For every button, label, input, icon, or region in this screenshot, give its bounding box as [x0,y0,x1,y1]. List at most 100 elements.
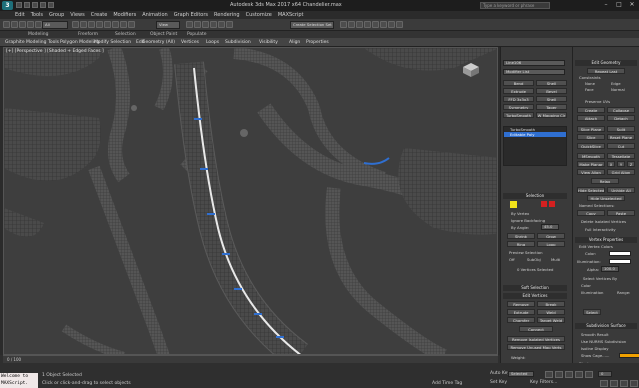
ribbon-modify-selection[interactable]: Modify Selection [94,38,131,47]
attach-button[interactable]: Attach [577,115,605,121]
goto-start-icon[interactable] [545,371,553,378]
undo-icon[interactable] [40,2,46,8]
constraint-none-radio[interactable]: None [585,81,595,86]
select-by-illumination-radio[interactable]: Illumination [581,290,603,295]
constraint-face-radio[interactable]: Face [585,87,594,92]
create-button[interactable]: Create [577,107,605,113]
play-icon[interactable] [565,371,573,378]
redo-icon[interactable] [48,2,54,8]
detach-button[interactable]: Detach [607,115,635,121]
maximize-button[interactable]: □ [613,0,625,10]
select-by-color-radio[interactable]: Color [581,283,591,288]
menu-maxscript[interactable]: MAXScript [278,11,304,19]
minimize-button[interactable]: – [600,0,612,10]
remove-isolated-vertices-button[interactable]: Remove Isolated Vertices [507,336,565,342]
edit-vertices-rollout[interactable]: Edit Vertices [503,293,567,299]
shrink-button[interactable]: Shrink [507,233,535,239]
msmooth-button[interactable]: MSmooth [577,153,605,159]
cut-button[interactable]: Cut [607,143,635,149]
menu-customize[interactable]: Customize [246,11,272,19]
remove-unused-map-verts-button[interactable]: Remove Unused Map Verts [507,344,565,350]
planar-x-button[interactable]: X [607,161,615,167]
render-frame-icon[interactable] [388,21,395,28]
render-setup-icon[interactable] [380,21,387,28]
reference-coord-dropdown[interactable]: View [156,21,180,29]
key-mode-dropdown[interactable]: Selected [508,371,534,377]
ignore-backfacing-checkbox[interactable]: Ignore Backfacing [511,218,545,223]
curve-editor-icon[interactable] [356,21,363,28]
viewport-label[interactable]: [+] [Perspective ] [Shaded + Edged Faces… [6,49,104,54]
modifier-button-bend[interactable]: Bend [503,80,534,86]
maxscript-listener[interactable]: Welcome to MAXScript. [0,373,38,388]
key-filters-button[interactable]: Key Filters... [530,380,557,385]
target-weld-button[interactable]: Target Weld [537,317,565,323]
pan-icon[interactable] [610,380,618,387]
layer-icon[interactable] [340,21,347,28]
open-file-icon[interactable] [24,2,30,8]
redo-icon[interactable] [11,21,18,28]
modifier-button-w-mapping-clr[interactable]: W Mapping Clr [536,112,567,118]
menu-group[interactable]: Group [49,11,64,19]
hide-unselected-button[interactable]: Hide Unselected [587,195,625,201]
preview-subobj-radio[interactable]: SubObj [527,257,541,262]
ribbon-loops[interactable]: Loops [206,38,219,47]
paste-button[interactable]: Paste [607,210,635,216]
break-button[interactable]: Break [537,301,565,307]
modifier-stack[interactable]: TurboSmooth Editable Poly [503,126,567,166]
modifier-button-symmetry[interactable]: Symmetry [503,104,534,110]
show-cage-checkbox[interactable]: Show Cage...... [581,353,609,358]
relax-button[interactable]: Relax [591,178,619,184]
set-key-button[interactable]: Set Key [490,380,507,385]
reset-plane-button[interactable]: Reset Plane [607,134,635,140]
hide-selected-button[interactable]: Hide Selected [577,187,605,193]
select-icon[interactable] [72,21,79,28]
frame-field[interactable]: 0 [598,371,612,377]
modifier-list-dropdown[interactable]: Modifier List [503,69,565,75]
snap-icon[interactable] [186,21,193,28]
modifier-button-shell[interactable]: Shell [536,96,567,102]
cage-color-swatch[interactable] [619,353,639,358]
tab-selection[interactable]: Selection [115,31,136,38]
copy-button[interactable]: Copy [577,210,605,216]
isoline-display-checkbox[interactable]: Isoline Display [581,346,608,351]
collapse-button[interactable]: Collapse [607,107,635,113]
modifier-button-extrude[interactable]: Extrude [503,88,534,94]
next-frame-icon[interactable] [575,371,583,378]
link-icon[interactable] [19,21,26,28]
weld-button[interactable]: Weld [537,309,565,315]
tab-freeform[interactable]: Freeform [78,31,98,38]
bind-space-warp-icon[interactable] [35,21,42,28]
loop-button[interactable]: Loop [537,241,565,247]
ribbon-graphite-modeling-tools[interactable]: Graphite Modeling Tools [5,38,59,47]
element-mode-icon[interactable] [549,201,555,207]
alpha-spinner[interactable]: 100.0 [601,266,619,272]
planar-y-button[interactable]: Y [617,161,625,167]
vertex-mode-icon[interactable] [510,201,517,208]
by-angle-checkbox[interactable]: By Angle: [511,225,529,230]
pivot-icon[interactable] [128,21,135,28]
menu-rendering[interactable]: Rendering [214,11,240,19]
tab-modeling[interactable]: Modeling [28,31,48,38]
mirror-icon[interactable] [218,21,225,28]
preview-off-radio[interactable]: Off [509,257,515,262]
grid-align-button[interactable]: Grid Align [607,169,635,175]
render-icon[interactable] [396,21,403,28]
select-by-name-icon[interactable] [80,21,87,28]
ribbon-subdivision[interactable]: Subdivision [225,38,251,47]
menu-tools[interactable]: Tools [31,11,43,19]
make-planar-button[interactable]: Make Planar [577,161,605,167]
slice-button[interactable]: Slice [577,134,605,140]
rect-region-icon[interactable] [88,21,95,28]
preserve-uvs-checkbox[interactable]: Preserve UVs [585,99,610,104]
modifier-button-turbosmooth[interactable]: TurboSmooth [503,112,534,118]
object-name-field[interactable]: Line106 [503,60,565,66]
tab-object-paint[interactable]: Object Paint [150,31,177,38]
percent-snap-icon[interactable] [202,21,209,28]
polygon-mode-icon[interactable] [541,201,547,207]
connect-button[interactable]: Connect [519,326,553,332]
scale-icon[interactable] [120,21,127,28]
chamfer-button[interactable]: Chamfer [507,317,535,323]
close-button[interactable]: ✕ [626,0,638,10]
ribbon-visibility[interactable]: Visibility [259,38,278,47]
subdivision-surface-rollout[interactable]: Subdivision Surface [575,323,637,329]
